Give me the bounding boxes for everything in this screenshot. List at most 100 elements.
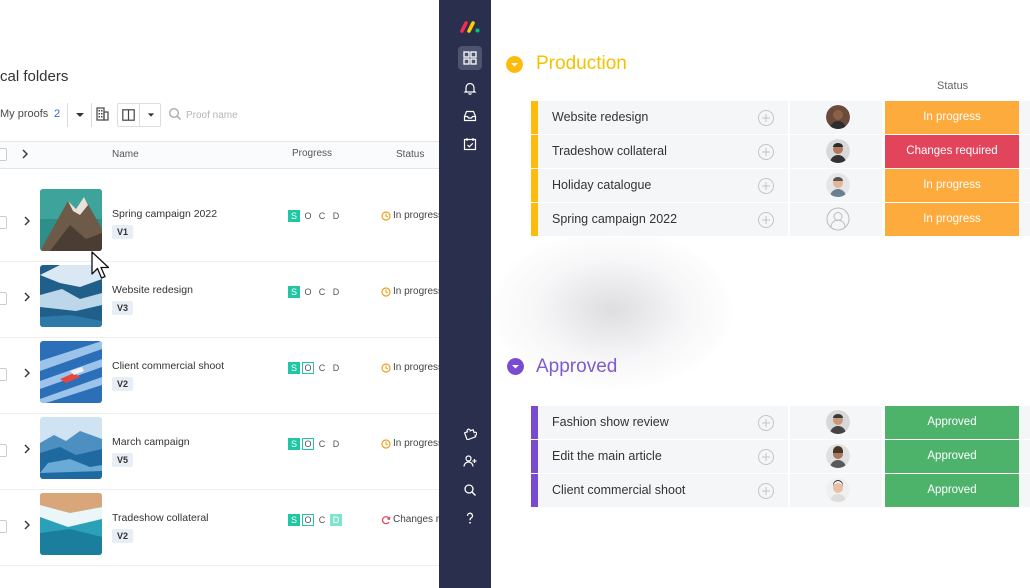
sidebar-item-apps[interactable] <box>458 421 482 445</box>
sidebar-item-my-work[interactable] <box>458 132 482 156</box>
item-name[interactable]: Edit the main article <box>552 449 662 463</box>
board-item[interactable]: Fashion show review Approved <box>531 406 1030 440</box>
add-update-icon[interactable] <box>757 143 775 161</box>
board-item[interactable]: Holiday catalogue In progress <box>531 169 1030 203</box>
chevron-right-icon[interactable] <box>20 518 34 532</box>
column-header-name[interactable]: Name <box>112 149 139 160</box>
status-pill[interactable]: Approved <box>885 406 1019 439</box>
proof-name[interactable]: Website redesign <box>112 284 193 296</box>
row-checkbox[interactable] <box>0 520 7 533</box>
monday-logo-icon[interactable] <box>459 19 481 35</box>
help-icon <box>466 512 474 524</box>
group-color-bar <box>531 135 538 168</box>
divider <box>67 103 68 127</box>
add-update-icon[interactable] <box>757 211 775 229</box>
column-header-status[interactable]: Status <box>937 80 968 92</box>
add-update-icon[interactable] <box>757 177 775 195</box>
empty-avatar-icon[interactable] <box>826 207 850 231</box>
divider <box>788 203 790 236</box>
column-header-progress[interactable]: Progress <box>292 148 332 159</box>
version-badge: V1 <box>112 225 134 239</box>
group-title-production[interactable]: Production <box>536 53 627 75</box>
divider <box>788 169 790 202</box>
proof-name[interactable]: Spring campaign 2022 <box>112 208 217 220</box>
status-pill[interactable]: Approved <box>885 440 1019 473</box>
beach-image[interactable] <box>40 493 102 555</box>
mountains-image[interactable] <box>40 417 102 479</box>
item-name[interactable]: Fashion show review <box>552 415 669 429</box>
board-item[interactable]: Edit the main article Approved <box>531 440 1030 474</box>
status-pill[interactable]: In progress <box>885 101 1019 134</box>
column-header-status[interactable]: Status <box>396 149 424 160</box>
item-name[interactable]: Tradeshow collateral <box>552 144 667 158</box>
board-item[interactable]: Tradeshow collateral Changes required <box>531 135 1030 169</box>
chevron-down-icon[interactable] <box>70 105 90 125</box>
chevron-down-circle-icon[interactable] <box>506 56 523 73</box>
status-pill[interactable]: Approved <box>885 474 1019 507</box>
sidebar-item-help[interactable] <box>458 506 482 530</box>
board-item[interactable]: Spring campaign 2022 In progress <box>531 203 1030 237</box>
divider <box>788 101 790 134</box>
add-update-icon[interactable] <box>757 109 775 127</box>
chevron-right-icon[interactable] <box>20 442 34 456</box>
add-update-icon[interactable] <box>757 448 775 466</box>
board-item[interactable]: Client commercial shoot Approved <box>531 474 1030 508</box>
group-title-approved[interactable]: Approved <box>536 356 617 378</box>
shoes-image[interactable] <box>40 341 102 403</box>
group-color-bar <box>531 169 538 202</box>
divider <box>788 406 790 439</box>
item-name[interactable]: Client commercial shoot <box>552 483 685 497</box>
chevron-right-icon[interactable] <box>20 366 34 380</box>
sidebar-item-inbox[interactable] <box>458 104 482 128</box>
add-update-icon[interactable] <box>757 414 775 432</box>
mountain-image[interactable] <box>40 189 102 251</box>
avatar[interactable] <box>826 105 850 129</box>
chevron-right-icon[interactable] <box>18 147 32 161</box>
proof-search-input[interactable] <box>186 106 306 124</box>
stage-c: C <box>318 515 326 525</box>
status-text: In progress <box>393 210 440 221</box>
sidebar-item-notifications[interactable] <box>458 76 482 100</box>
table-row[interactable]: Client commercial shoot V2 SOCD In progr… <box>0 337 440 414</box>
divider <box>788 135 790 168</box>
avatar[interactable] <box>826 139 850 163</box>
stage-c: C <box>318 363 326 373</box>
avatar[interactable] <box>826 444 850 468</box>
proof-name[interactable]: Tradeshow collateral <box>112 512 209 524</box>
add-update-icon[interactable] <box>757 482 775 500</box>
status-pill[interactable]: In progress <box>885 203 1019 236</box>
item-name[interactable]: Website redesign <box>552 110 648 124</box>
proof-name[interactable]: Client commercial shoot <box>112 360 224 372</box>
chevron-down-circle-icon[interactable] <box>507 358 524 375</box>
table-row[interactable]: Tradeshow collateral V2 SOCD Changes req… <box>0 489 440 566</box>
status-pill[interactable]: In progress <box>885 169 1019 202</box>
item-name[interactable]: Spring campaign 2022 <box>552 212 677 226</box>
item-name[interactable]: Holiday catalogue <box>552 178 651 192</box>
view-toggle[interactable] <box>117 103 161 127</box>
chevron-right-icon[interactable] <box>20 290 34 304</box>
select-all-checkbox[interactable] <box>0 148 7 161</box>
sidebar-item-workspace[interactable] <box>458 46 482 70</box>
add-user-icon <box>463 455 477 467</box>
chevron-right-icon[interactable] <box>20 214 34 228</box>
avatar[interactable] <box>826 478 850 502</box>
table-row[interactable]: March campaign V5 SOCD In progress <box>0 413 440 490</box>
status-pill[interactable]: Changes required <box>885 135 1019 168</box>
progress-stages: SOCD <box>288 210 344 222</box>
row-checkbox[interactable] <box>0 444 7 457</box>
my-proofs-filter[interactable]: My proofs <box>0 108 48 120</box>
board-item[interactable]: Website redesign In progress <box>531 101 1030 135</box>
version-badge: V3 <box>112 301 134 315</box>
row-checkbox[interactable] <box>0 292 7 305</box>
avatar[interactable] <box>826 410 850 434</box>
row-checkbox[interactable] <box>0 216 7 229</box>
row-checkbox[interactable] <box>0 368 7 381</box>
table-row[interactable]: Spring campaign 2022 V1 SOCD In progress <box>0 185 440 262</box>
proof-name[interactable]: March campaign <box>112 436 190 448</box>
building-icon[interactable] <box>94 106 110 122</box>
table-row[interactable]: Website redesign V3 SOCD In progress <box>0 261 440 338</box>
sidebar-item-search[interactable] <box>458 478 482 502</box>
sidebar-item-invite[interactable] <box>458 449 482 473</box>
chevron-down-icon[interactable] <box>143 107 159 123</box>
avatar[interactable] <box>826 173 850 197</box>
